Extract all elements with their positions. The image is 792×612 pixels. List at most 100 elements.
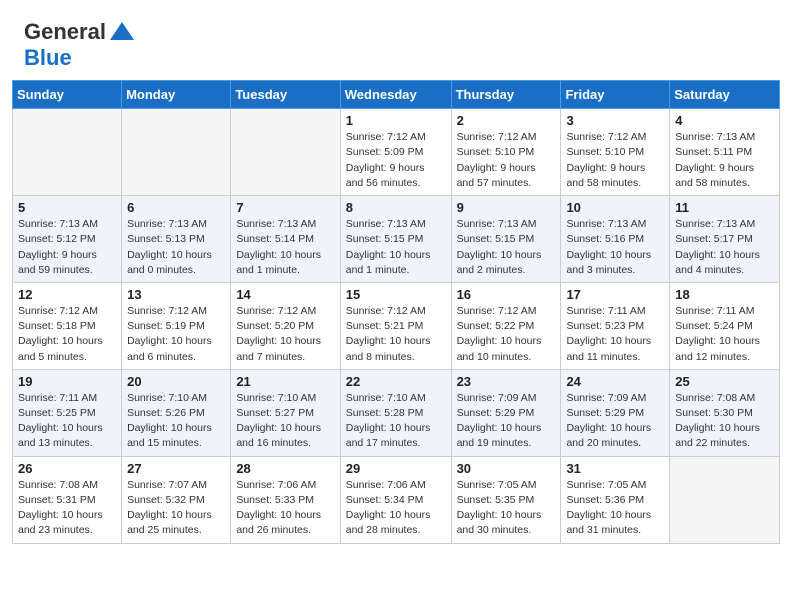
day-number: 26 [18, 461, 116, 476]
day-info: Sunrise: 7:10 AM Sunset: 5:28 PM Dayligh… [346, 391, 446, 452]
day-info: Sunrise: 7:12 AM Sunset: 5:21 PM Dayligh… [346, 304, 446, 365]
logo-icon [108, 18, 136, 46]
calendar-day-cell: 17 Sunrise: 7:11 AM Sunset: 5:23 PM Dayli… [561, 282, 670, 369]
calendar-week-row: 1Sunrise: 7:12 AM Sunset: 5:09 PM Daylig… [13, 109, 780, 196]
weekday-header-sunday: Sunday [13, 81, 122, 109]
calendar-day-cell: 6 Sunrise: 7:13 AM Sunset: 5:13 PM Daylig… [122, 196, 231, 283]
calendar-day-cell: 5 Sunrise: 7:13 AM Sunset: 5:12 PM Daylig… [13, 196, 122, 283]
day-number: 18 [675, 287, 774, 302]
calendar-table: SundayMondayTuesdayWednesdayThursdayFrid… [12, 80, 780, 543]
day-number: 14 [236, 287, 334, 302]
day-number: 3 [566, 113, 664, 128]
weekday-header-monday: Monday [122, 81, 231, 109]
day-info: Sunrise: 7:13 AM Sunset: 5:13 PM Dayligh… [127, 217, 225, 278]
calendar-day-cell: 4Sunrise: 7:13 AM Sunset: 5:11 PM Daylig… [670, 109, 780, 196]
day-number: 23 [457, 374, 556, 389]
day-info: Sunrise: 7:12 AM Sunset: 5:20 PM Dayligh… [236, 304, 334, 365]
calendar-day-cell: 18 Sunrise: 7:11 AM Sunset: 5:24 PM Dayli… [670, 282, 780, 369]
calendar-week-row: 19 Sunrise: 7:11 AM Sunset: 5:25 PM Dayli… [13, 369, 780, 456]
day-info: Sunrise: 7:13 AM Sunset: 5:12 PM Dayligh… [18, 217, 116, 278]
calendar-day-cell [122, 109, 231, 196]
day-info: Sunrise: 7:12 AM Sunset: 5:10 PM Dayligh… [457, 130, 556, 191]
day-info: Sunrise: 7:12 AM Sunset: 5:10 PM Dayligh… [566, 130, 664, 191]
calendar-day-cell: 1Sunrise: 7:12 AM Sunset: 5:09 PM Daylig… [340, 109, 451, 196]
calendar-day-cell: 9Sunrise: 7:13 AM Sunset: 5:15 PM Daylig… [451, 196, 561, 283]
calendar-day-cell: 16Sunrise: 7:12 AM Sunset: 5:22 PM Dayli… [451, 282, 561, 369]
day-number: 29 [346, 461, 446, 476]
day-info: Sunrise: 7:13 AM Sunset: 5:16 PM Dayligh… [566, 217, 664, 278]
day-number: 12 [18, 287, 116, 302]
calendar-day-cell: 19 Sunrise: 7:11 AM Sunset: 5:25 PM Dayli… [13, 369, 122, 456]
calendar-day-cell: 8 Sunrise: 7:13 AM Sunset: 5:15 PM Daylig… [340, 196, 451, 283]
day-info: Sunrise: 7:11 AM Sunset: 5:25 PM Dayligh… [18, 391, 116, 452]
day-number: 22 [346, 374, 446, 389]
calendar-day-cell [670, 456, 780, 543]
weekday-header-friday: Friday [561, 81, 670, 109]
weekday-header-tuesday: Tuesday [231, 81, 340, 109]
day-info: Sunrise: 7:12 AM Sunset: 5:19 PM Dayligh… [127, 304, 225, 365]
day-number: 7 [236, 200, 334, 215]
day-number: 19 [18, 374, 116, 389]
calendar-day-cell: 3 Sunrise: 7:12 AM Sunset: 5:10 PM Daylig… [561, 109, 670, 196]
calendar-week-row: 12 Sunrise: 7:12 AM Sunset: 5:18 PM Dayli… [13, 282, 780, 369]
day-number: 16 [457, 287, 556, 302]
logo: General Blue [24, 18, 136, 70]
day-info: Sunrise: 7:13 AM Sunset: 5:15 PM Dayligh… [346, 217, 446, 278]
page-header: General Blue [0, 0, 792, 80]
weekday-header-saturday: Saturday [670, 81, 780, 109]
calendar-day-cell: 29 Sunrise: 7:06 AM Sunset: 5:34 PM Dayli… [340, 456, 451, 543]
day-number: 11 [675, 200, 774, 215]
day-info: Sunrise: 7:09 AM Sunset: 5:29 PM Dayligh… [457, 391, 556, 452]
day-info: Sunrise: 7:06 AM Sunset: 5:33 PM Dayligh… [236, 478, 334, 539]
day-info: Sunrise: 7:12 AM Sunset: 5:18 PM Dayligh… [18, 304, 116, 365]
day-number: 8 [346, 200, 446, 215]
day-info: Sunrise: 7:07 AM Sunset: 5:32 PM Dayligh… [127, 478, 225, 539]
day-number: 31 [566, 461, 664, 476]
calendar-day-cell: 28 Sunrise: 7:06 AM Sunset: 5:33 PM Dayli… [231, 456, 340, 543]
day-info: Sunrise: 7:08 AM Sunset: 5:31 PM Dayligh… [18, 478, 116, 539]
day-number: 28 [236, 461, 334, 476]
logo-general: General [24, 19, 106, 44]
calendar-day-cell: 10 Sunrise: 7:13 AM Sunset: 5:16 PM Dayli… [561, 196, 670, 283]
day-number: 17 [566, 287, 664, 302]
day-number: 27 [127, 461, 225, 476]
day-number: 5 [18, 200, 116, 215]
calendar-day-cell: 12 Sunrise: 7:12 AM Sunset: 5:18 PM Dayli… [13, 282, 122, 369]
calendar-day-cell [231, 109, 340, 196]
logo-blue: Blue [24, 45, 72, 70]
day-number: 25 [675, 374, 774, 389]
calendar-day-cell [13, 109, 122, 196]
day-number: 15 [346, 287, 446, 302]
day-info: Sunrise: 7:05 AM Sunset: 5:36 PM Dayligh… [566, 478, 664, 539]
calendar-week-row: 26 Sunrise: 7:08 AM Sunset: 5:31 PM Dayli… [13, 456, 780, 543]
day-info: Sunrise: 7:13 AM Sunset: 5:15 PM Dayligh… [457, 217, 556, 278]
day-number: 1 [346, 113, 446, 128]
day-number: 30 [457, 461, 556, 476]
day-number: 2 [457, 113, 556, 128]
day-info: Sunrise: 7:13 AM Sunset: 5:17 PM Dayligh… [675, 217, 774, 278]
day-info: Sunrise: 7:09 AM Sunset: 5:29 PM Dayligh… [566, 391, 664, 452]
day-number: 24 [566, 374, 664, 389]
day-number: 6 [127, 200, 225, 215]
day-info: Sunrise: 7:08 AM Sunset: 5:30 PM Dayligh… [675, 391, 774, 452]
calendar-day-cell: 21 Sunrise: 7:10 AM Sunset: 5:27 PM Dayli… [231, 369, 340, 456]
day-info: Sunrise: 7:11 AM Sunset: 5:24 PM Dayligh… [675, 304, 774, 365]
day-info: Sunrise: 7:06 AM Sunset: 5:34 PM Dayligh… [346, 478, 446, 539]
calendar-day-cell: 26 Sunrise: 7:08 AM Sunset: 5:31 PM Dayli… [13, 456, 122, 543]
calendar-day-cell: 27 Sunrise: 7:07 AM Sunset: 5:32 PM Dayli… [122, 456, 231, 543]
day-number: 10 [566, 200, 664, 215]
day-number: 21 [236, 374, 334, 389]
calendar-day-cell: 13Sunrise: 7:12 AM Sunset: 5:19 PM Dayli… [122, 282, 231, 369]
calendar-day-cell: 30Sunrise: 7:05 AM Sunset: 5:35 PM Dayli… [451, 456, 561, 543]
calendar-day-cell: 14 Sunrise: 7:12 AM Sunset: 5:20 PM Dayli… [231, 282, 340, 369]
day-info: Sunrise: 7:13 AM Sunset: 5:14 PM Dayligh… [236, 217, 334, 278]
calendar-day-cell: 2 Sunrise: 7:12 AM Sunset: 5:10 PM Daylig… [451, 109, 561, 196]
calendar-header-row: SundayMondayTuesdayWednesdayThursdayFrid… [13, 81, 780, 109]
day-info: Sunrise: 7:11 AM Sunset: 5:23 PM Dayligh… [566, 304, 664, 365]
day-info: Sunrise: 7:10 AM Sunset: 5:27 PM Dayligh… [236, 391, 334, 452]
calendar-day-cell: 7 Sunrise: 7:13 AM Sunset: 5:14 PM Daylig… [231, 196, 340, 283]
day-number: 20 [127, 374, 225, 389]
day-info: Sunrise: 7:13 AM Sunset: 5:11 PM Dayligh… [675, 130, 774, 191]
calendar-day-cell: 31 Sunrise: 7:05 AM Sunset: 5:36 PM Dayli… [561, 456, 670, 543]
day-info: Sunrise: 7:10 AM Sunset: 5:26 PM Dayligh… [127, 391, 225, 452]
